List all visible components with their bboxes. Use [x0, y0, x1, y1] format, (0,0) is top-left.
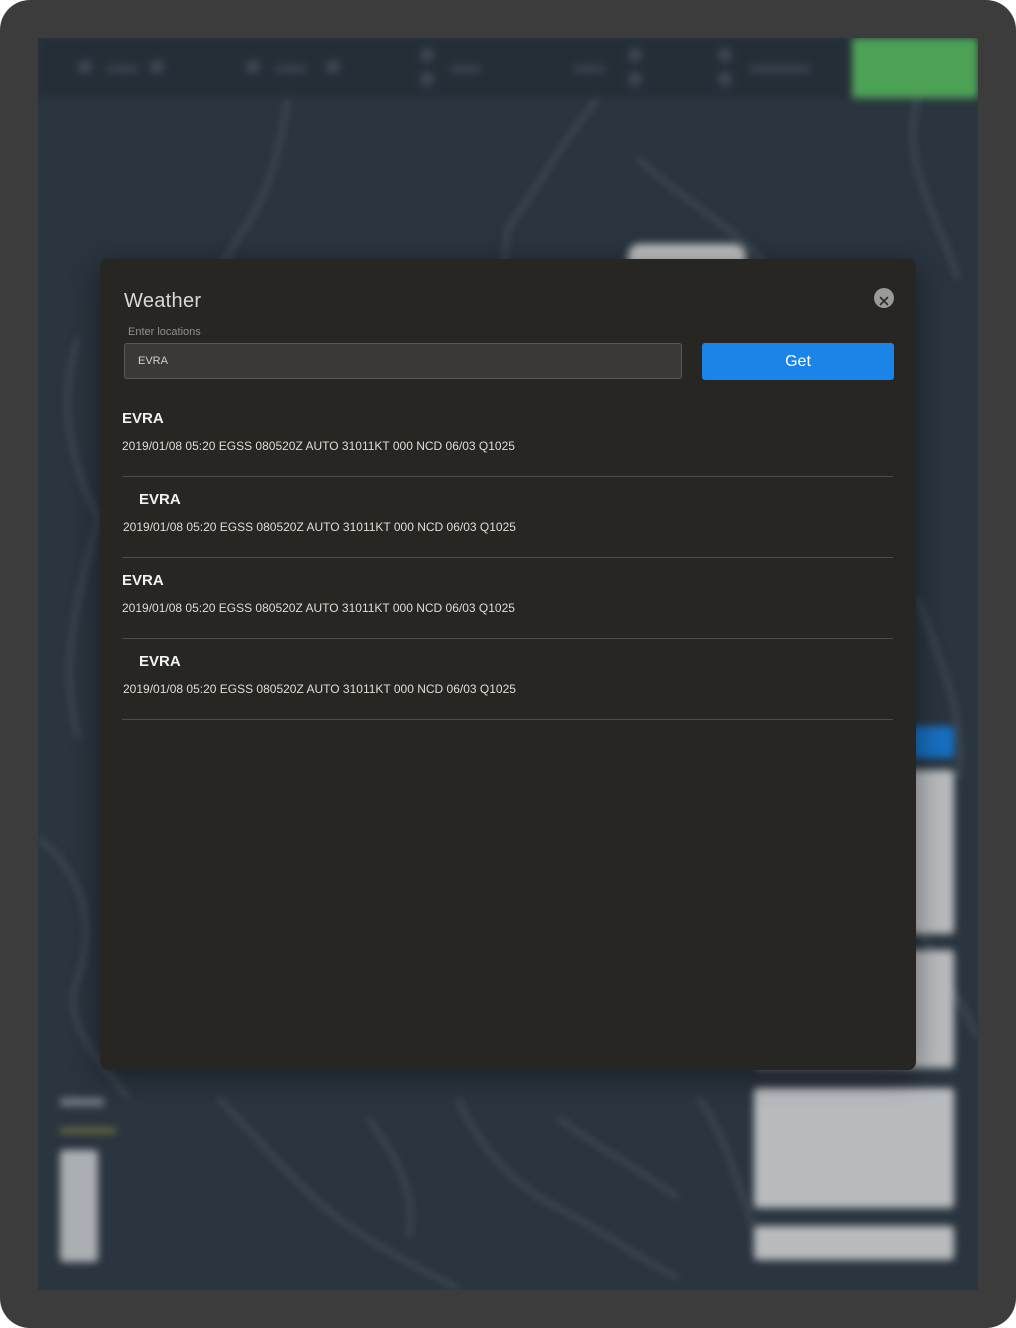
- result-station: EVRA: [122, 410, 164, 427]
- result-report: 2019/01/08 05:20 EGSS 080520Z AUTO 31011…: [123, 682, 516, 696]
- result-station: EVRA: [139, 653, 181, 670]
- locations-input-label: Enter locations: [128, 326, 201, 338]
- dialog-title: Weather: [124, 290, 202, 312]
- list-item: EVRA 2019/01/08 05:20 EGSS 080520Z AUTO …: [122, 397, 893, 477]
- close-icon: [879, 293, 889, 306]
- result-station: EVRA: [139, 491, 181, 508]
- result-report: 2019/01/08 05:20 EGSS 080520Z AUTO 31011…: [123, 520, 516, 534]
- tablet-frame: Weather Enter locations Get EVRA 2019/01…: [0, 0, 1016, 1328]
- close-button[interactable]: [874, 288, 894, 308]
- weather-dialog: Weather Enter locations Get EVRA 2019/01…: [100, 259, 916, 1070]
- list-item: EVRA 2019/01/08 05:20 EGSS 080520Z AUTO …: [122, 559, 893, 639]
- result-report: 2019/01/08 05:20 EGSS 080520Z AUTO 31011…: [122, 439, 515, 453]
- get-button[interactable]: Get: [702, 343, 894, 380]
- locations-input[interactable]: [124, 343, 682, 379]
- weather-results-list: EVRA 2019/01/08 05:20 EGSS 080520Z AUTO …: [122, 397, 893, 720]
- result-report: 2019/01/08 05:20 EGSS 080520Z AUTO 31011…: [122, 601, 515, 615]
- result-station: EVRA: [122, 572, 164, 589]
- list-item: EVRA 2019/01/08 05:20 EGSS 080520Z AUTO …: [122, 478, 893, 558]
- list-item: EVRA 2019/01/08 05:20 EGSS 080520Z AUTO …: [122, 640, 893, 720]
